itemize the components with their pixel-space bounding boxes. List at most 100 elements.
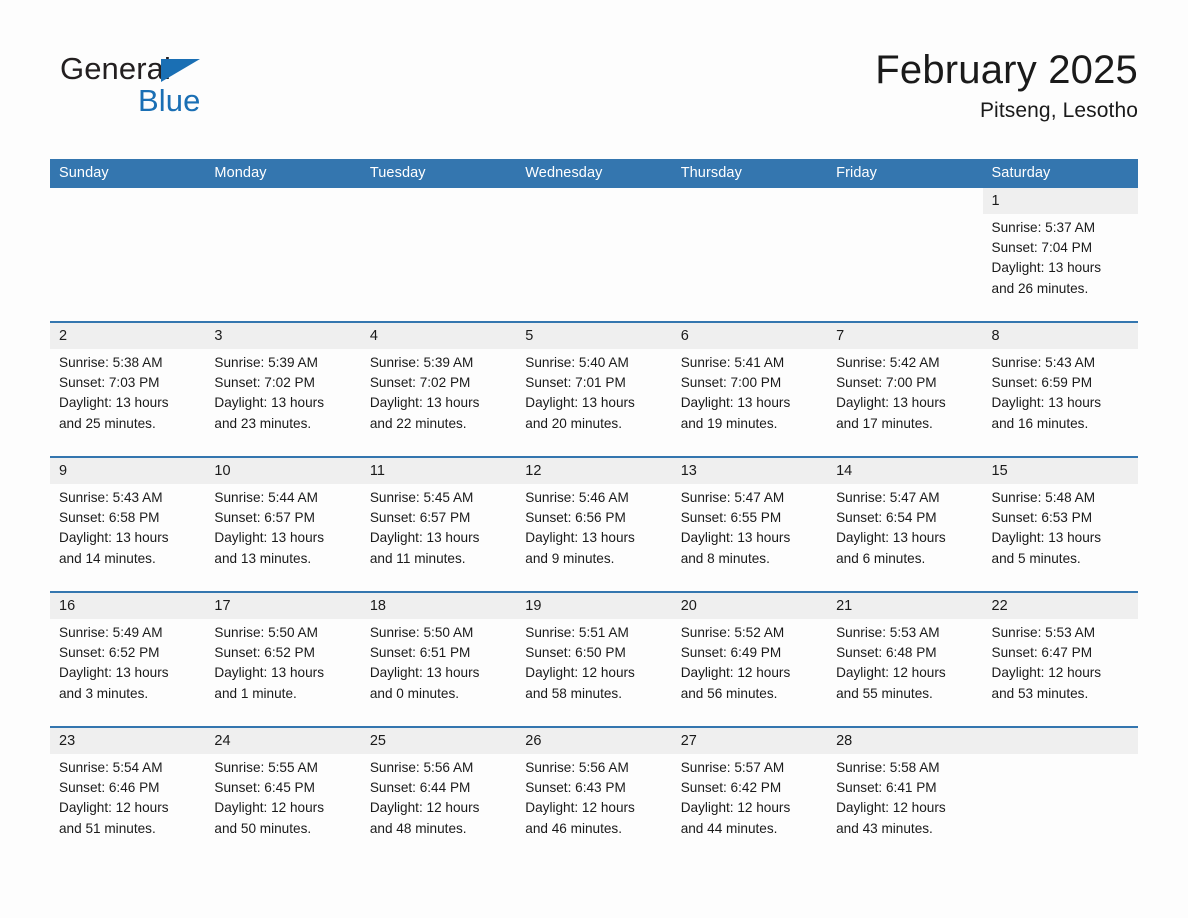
day-cell[interactable]: 20 Sunrise: 5:52 AM Sunset: 6:49 PM Dayligh… — [671, 593, 828, 726]
day-number: 24 — [205, 728, 361, 754]
day-details: Sunrise: 5:54 AM Sunset: 6:46 PM Daylight:… — [50, 754, 205, 839]
day-cell[interactable]: 17 Sunrise: 5:50 AM Sunset: 6:52 PM Dayligh… — [205, 593, 361, 726]
sunrise-text: Sunrise: 5:47 AM — [836, 490, 940, 505]
sunrise-text: Sunrise: 5:55 AM — [214, 760, 318, 775]
day-cell[interactable]: 24 Sunrise: 5:55 AM Sunset: 6:45 PM Dayligh… — [205, 728, 361, 861]
day-cell[interactable]: 9 Sunrise: 5:43 AM Sunset: 6:58 PM Daylight… — [50, 458, 206, 591]
sunset-text: Sunset: 7:01 PM — [525, 375, 626, 391]
calendar-cell: 1 Sunrise: 5:37 AM Sunset: 7:04 PM Daylight… — [982, 188, 1138, 322]
sunrise-text: Sunrise: 5:48 AM — [991, 490, 1096, 505]
day-details: Sunrise: 5:40 AM Sunset: 7:01 PM Daylight:… — [516, 349, 671, 434]
day-number: 10 — [205, 458, 361, 484]
day-cell[interactable]: 23 Sunrise: 5:54 AM Sunset: 6:46 PM Dayligh… — [50, 728, 206, 861]
blue-triangle-icon — [161, 59, 200, 82]
calendar-cell: 25 Sunrise: 5:56 AM Sunset: 6:44 PM Dayligh… — [360, 726, 517, 861]
day-cell[interactable]: 19 Sunrise: 5:51 AM Sunset: 6:50 PM Dayligh… — [516, 593, 672, 726]
daylight-text-line1: Daylight: 12 hours — [525, 800, 635, 816]
daylight-text-line2: and 0 minutes. — [369, 685, 460, 701]
day-number: 8 — [982, 323, 1138, 349]
calendar-cell: 19 Sunrise: 5:51 AM Sunset: 6:50 PM Dayligh… — [516, 591, 672, 727]
calendar-cell: 26 Sunrise: 5:56 AM Sunset: 6:43 PM Dayligh… — [516, 726, 672, 861]
day-cell[interactable]: 3 Sunrise: 5:39 AM Sunset: 7:02 PM Daylight… — [205, 323, 361, 456]
daylight-text-line2: and 5 minutes. — [991, 550, 1081, 566]
daylight-text-line1: Daylight: 12 hours — [836, 800, 946, 816]
day-cell[interactable]: 12 Sunrise: 5:46 AM Sunset: 6:56 PM Dayligh… — [516, 458, 672, 591]
calendar-cell: 2 Sunrise: 5:38 AM Sunset: 7:03 PM Daylight… — [50, 321, 206, 457]
calendar-cell — [50, 188, 206, 322]
day-cell[interactable]: 13 Sunrise: 5:47 AM Sunset: 6:55 PM Dayligh… — [671, 458, 828, 591]
page-title: February 2025 — [875, 48, 1138, 92]
day-number: 17 — [205, 593, 361, 619]
day-number: 9 — [50, 458, 206, 484]
day-cell[interactable]: 7 Sunrise: 5:42 AM Sunset: 7:00 PM Daylight… — [827, 323, 983, 456]
calendar-cell: 7 Sunrise: 5:42 AM Sunset: 7:00 PM Daylight… — [827, 321, 983, 457]
daylight-text-line1: Daylight: 13 hours — [214, 665, 324, 681]
day-number: 3 — [205, 323, 361, 349]
general-blue-logo[interactable]: General Blue — [60, 52, 360, 132]
day-cell[interactable]: 25 Sunrise: 5:56 AM Sunset: 6:44 PM Dayligh… — [360, 728, 517, 861]
daylight-text-line2: and 53 minutes. — [991, 685, 1089, 701]
sunrise-text: Sunrise: 5:40 AM — [525, 355, 629, 370]
day-cell[interactable]: 22 Sunrise: 5:53 AM Sunset: 6:47 PM Dayligh… — [982, 593, 1138, 726]
daylight-text-line1: Daylight: 13 hours — [991, 530, 1102, 546]
day-cell[interactable]: 2 Sunrise: 5:38 AM Sunset: 7:03 PM Daylight… — [50, 323, 206, 456]
weekday-header-friday: Friday — [827, 159, 983, 188]
sunset-text: Sunset: 6:52 PM — [214, 645, 315, 661]
day-number — [361, 188, 516, 214]
daylight-text-line1: Daylight: 13 hours — [369, 530, 480, 546]
day-details: Sunrise: 5:50 AM Sunset: 6:52 PM Daylight:… — [205, 619, 360, 704]
daylight-text-line2: and 20 minutes. — [525, 415, 622, 431]
sunrise-text: Sunrise: 5:43 AM — [991, 355, 1096, 370]
day-details: Sunrise: 5:42 AM Sunset: 7:00 PM Daylight:… — [827, 349, 982, 434]
day-number: 12 — [516, 458, 672, 484]
sunset-text: Sunset: 6:43 PM — [525, 780, 626, 796]
sunset-text: Sunset: 6:51 PM — [369, 645, 471, 661]
day-cell-empty — [672, 188, 827, 321]
day-cell[interactable]: 10 Sunrise: 5:44 AM Sunset: 6:57 PM Dayligh… — [205, 458, 361, 591]
day-cell[interactable]: 14 Sunrise: 5:47 AM Sunset: 6:54 PM Dayligh… — [827, 458, 983, 591]
sunrise-text: Sunrise: 5:54 AM — [59, 760, 163, 775]
sunrise-text: Sunrise: 5:53 AM — [836, 625, 940, 640]
daylight-text-line2: and 51 minutes. — [59, 820, 156, 836]
sunset-text: Sunset: 6:52 PM — [59, 645, 160, 661]
daylight-text-line2: and 44 minutes. — [680, 820, 778, 836]
day-details: Sunrise: 5:38 AM Sunset: 7:03 PM Daylight:… — [50, 349, 205, 434]
sunset-text: Sunset: 6:49 PM — [680, 645, 782, 661]
calendar-cell: 11 Sunrise: 5:45 AM Sunset: 6:57 PM Dayligh… — [360, 456, 517, 592]
sunrise-text: Sunrise: 5:39 AM — [214, 355, 318, 370]
calendar-cell — [360, 188, 517, 322]
day-number — [672, 188, 827, 214]
daylight-text-line1: Daylight: 13 hours — [369, 395, 480, 411]
day-cell[interactable]: 5 Sunrise: 5:40 AM Sunset: 7:01 PM Daylight… — [516, 323, 672, 456]
day-cell[interactable]: 27 Sunrise: 5:57 AM Sunset: 6:42 PM Dayligh… — [671, 728, 828, 861]
day-cell[interactable]: 6 Sunrise: 5:41 AM Sunset: 7:00 PM Daylight… — [671, 323, 828, 456]
day-cell[interactable]: 26 Sunrise: 5:56 AM Sunset: 6:43 PM Dayligh… — [516, 728, 672, 861]
day-details: Sunrise: 5:46 AM Sunset: 6:56 PM Daylight:… — [516, 484, 671, 569]
day-details: Sunrise: 5:39 AM Sunset: 7:02 PM Daylight:… — [205, 349, 360, 434]
page-header: General Blue February 2025 Pitseng, Leso… — [50, 44, 1138, 148]
day-cell[interactable]: 18 Sunrise: 5:50 AM Sunset: 6:51 PM Dayligh… — [360, 593, 517, 726]
day-cell[interactable]: 16 Sunrise: 5:49 AM Sunset: 6:52 PM Dayligh… — [50, 593, 206, 726]
title-block: February 2025 Pitseng, Lesotho — [875, 44, 1138, 126]
day-cell[interactable]: 11 Sunrise: 5:45 AM Sunset: 6:57 PM Dayligh… — [360, 458, 517, 591]
sunset-text: Sunset: 7:00 PM — [836, 375, 937, 391]
day-cell[interactable]: 21 Sunrise: 5:53 AM Sunset: 6:48 PM Dayligh… — [827, 593, 983, 726]
day-cell[interactable]: 8 Sunrise: 5:43 AM Sunset: 6:59 PM Daylight… — [982, 323, 1138, 456]
sunset-text: Sunset: 6:45 PM — [214, 780, 315, 796]
day-cell[interactable]: 1 Sunrise: 5:37 AM Sunset: 7:04 PM Daylight… — [982, 188, 1138, 321]
day-cell[interactable]: 15 Sunrise: 5:48 AM Sunset: 6:53 PM Dayligh… — [982, 458, 1138, 591]
day-cell[interactable]: 4 Sunrise: 5:39 AM Sunset: 7:02 PM Daylight… — [360, 323, 517, 456]
daylight-text-line2: and 9 minutes. — [525, 550, 615, 566]
calendar-cell: 3 Sunrise: 5:39 AM Sunset: 7:02 PM Daylight… — [205, 321, 361, 457]
day-cell[interactable]: 28 Sunrise: 5:58 AM Sunset: 6:41 PM Dayligh… — [827, 728, 983, 861]
sunrise-text: Sunrise: 5:47 AM — [680, 490, 785, 505]
daylight-text-line2: and 17 minutes. — [836, 415, 933, 431]
day-details: Sunrise: 5:44 AM Sunset: 6:57 PM Daylight:… — [205, 484, 360, 569]
sunset-text: Sunset: 6:59 PM — [991, 375, 1093, 391]
day-cell-empty — [50, 188, 205, 321]
daylight-text-line1: Daylight: 13 hours — [680, 395, 791, 411]
sunset-text: Sunset: 6:44 PM — [369, 780, 471, 796]
calendar-cell: 21 Sunrise: 5:53 AM Sunset: 6:48 PM Dayligh… — [827, 591, 983, 727]
sunset-text: Sunset: 6:54 PM — [836, 510, 937, 526]
daylight-text-line2: and 1 minute. — [214, 685, 297, 701]
